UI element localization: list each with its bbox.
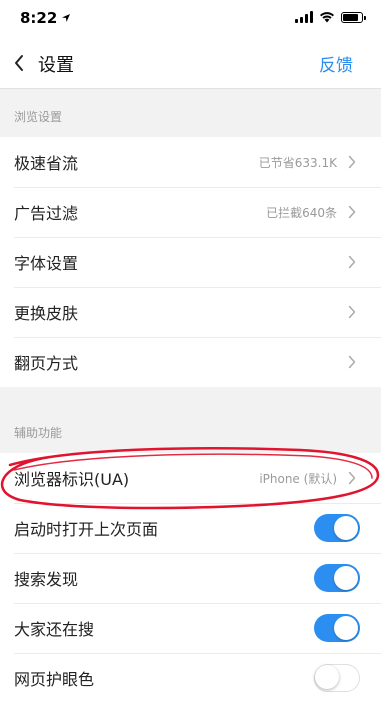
settings-row[interactable]: 字体设置 [0,237,381,287]
settings-row-label: 字体设置 [14,254,79,273]
settings-row[interactable]: 网页护眼色 [0,653,381,703]
chevron-right-icon [345,305,359,319]
toggle-knob [334,566,358,590]
chevron-right-icon [345,155,359,169]
battery-fill [343,13,358,21]
settings-row[interactable]: 浏览器标识(UA) iPhone (默认) [0,453,381,503]
section-header: 辅助功能 [0,387,381,453]
section-header-label: 浏览设置 [14,110,63,124]
toggle-knob [315,665,339,689]
settings-row-label: 搜索发现 [14,570,79,589]
settings-row-label: 翻页方式 [14,354,79,373]
battery-icon [341,11,366,23]
section-header: 浏览设置 [0,89,381,137]
chevron-left-icon [15,55,23,71]
settings-row[interactable]: 极速省流 已节省633.1K [0,137,381,187]
section-header-label: 辅助功能 [14,426,63,440]
status-bar: 8:22 [0,0,381,38]
settings-row[interactable]: 搜索发现 [0,553,381,603]
settings-row[interactable]: 广告过滤 已拦截640条 [0,187,381,237]
nav-bar: 设置 反馈 [0,38,381,89]
toggle-knob [334,516,358,540]
settings-row-value: 已节省633.1K [258,155,337,170]
toggle-switch[interactable] [314,664,360,692]
back-button[interactable] [4,45,34,81]
location-arrow-icon [62,14,71,22]
settings-row-label: 极速省流 [14,154,79,173]
settings-row[interactable]: 更换皮肤 [0,287,381,337]
settings-row-value: iPhone (默认) [259,471,337,486]
settings-row[interactable]: 启动时打开上次页面 [0,503,381,553]
settings-row-label: 网页护眼色 [14,670,95,689]
toggle-switch[interactable] [314,614,360,642]
chevron-right-icon [345,205,359,219]
settings-row-label: 更换皮肤 [14,304,79,323]
status-time: 8:22 [20,9,71,27]
settings-row-label: 广告过滤 [14,204,79,223]
chevron-right-icon [345,471,359,485]
settings-row-label: 大家还在搜 [14,620,95,639]
chevron-right-icon [345,255,359,269]
toggle-knob [334,616,358,640]
status-indicators [295,11,366,23]
settings-list: 极速省流 已节省633.1K 广告过滤 已拦截640条字体设置更换皮肤翻页方式 [0,137,381,387]
toggle-switch[interactable] [314,514,360,542]
settings-sections: 浏览设置极速省流 已节省633.1K 广告过滤 已拦截640条字体设置更换皮肤翻页方式… [0,89,381,703]
toggle-switch[interactable] [314,564,360,592]
settings-row-value: 已拦截640条 [266,205,337,220]
settings-row[interactable]: 翻页方式 [0,337,381,387]
cellular-signal-icon [295,11,313,23]
settings-row-label: 浏览器标识(UA) [14,470,130,489]
settings-list: 浏览器标识(UA) iPhone (默认) 启动时打开上次页面 搜索发现大家还在搜网页… [0,453,381,703]
settings-row[interactable]: 大家还在搜 [0,603,381,653]
settings-row-label: 启动时打开上次页面 [14,520,159,539]
page-title: 设置 [38,55,74,76]
chevron-right-icon [345,355,359,369]
feedback-button[interactable]: 反馈 [319,51,353,76]
wifi-icon [320,12,334,23]
status-time-text: 8:22 [20,9,58,27]
